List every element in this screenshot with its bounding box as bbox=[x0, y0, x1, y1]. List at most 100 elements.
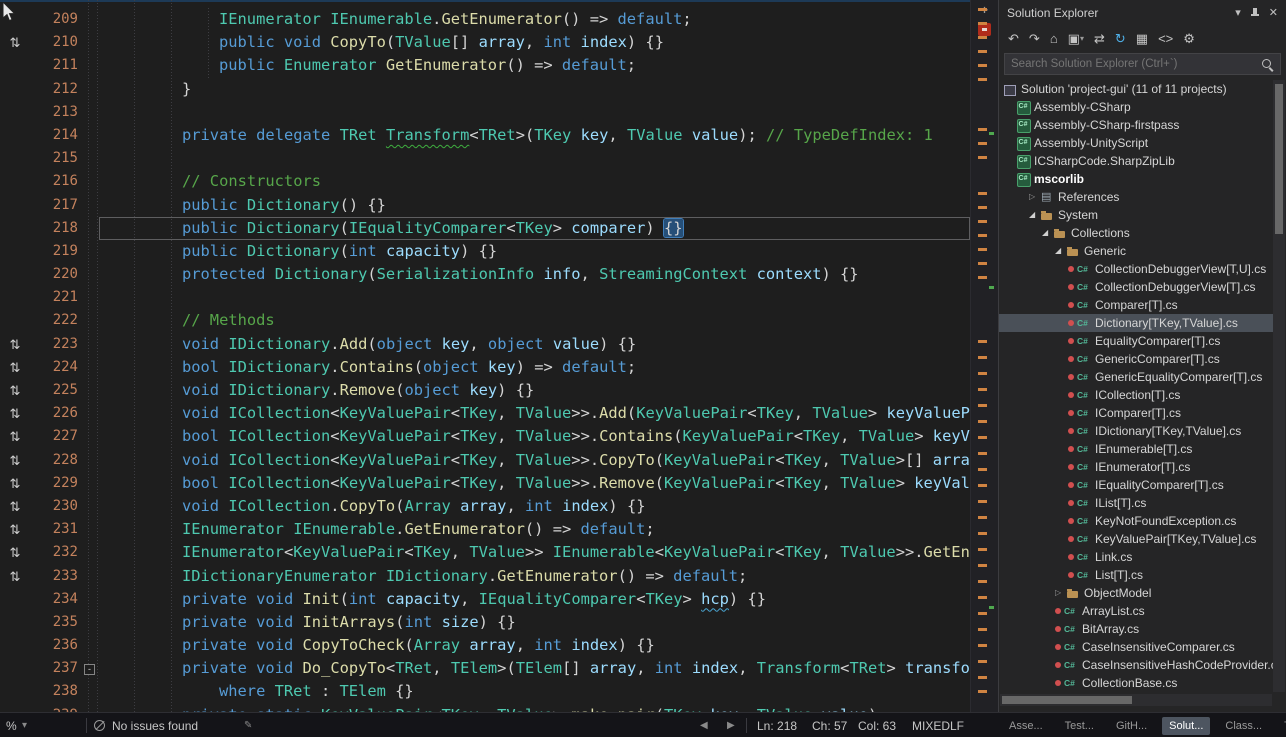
window-position-icon[interactable]: ▾ bbox=[1235, 7, 1241, 19]
code-line-215[interactable] bbox=[99, 147, 970, 170]
tree-item-collectionbase-cs[interactable]: CollectionBase.cs bbox=[999, 674, 1273, 692]
tool-window-tab-test[interactable]: Test... bbox=[1058, 717, 1101, 735]
tree-item-solution-project-gui-11-of-11-projects[interactable]: Solution 'project-gui' (11 of 11 project… bbox=[999, 80, 1273, 98]
tree-horizontal-scrollbar[interactable] bbox=[1000, 694, 1272, 706]
code-line-231[interactable]: IEnumerator IEnumerable.GetEnumerator() … bbox=[99, 518, 970, 541]
line-number[interactable]: 219 bbox=[26, 240, 78, 263]
tree-item-keynotfoundexception-cs[interactable]: KeyNotFoundException.cs bbox=[999, 512, 1273, 530]
tool-window-tab-class[interactable]: Class... bbox=[1218, 717, 1269, 735]
code-line-221[interactable] bbox=[99, 286, 970, 309]
code-line-233[interactable]: IDictionaryEnumerator IDictionary.GetEnu… bbox=[99, 565, 970, 588]
tree-item-genericequalitycomparer-t-cs[interactable]: GenericEqualityComparer[T].cs bbox=[999, 368, 1273, 386]
line-number[interactable]: 230 bbox=[26, 495, 78, 518]
line-number[interactable]: 209 bbox=[26, 8, 78, 31]
tree-item-arraylist-cs[interactable]: ArrayList.cs bbox=[999, 602, 1273, 620]
tree-item-caseinsensitivecomparer-cs[interactable]: CaseInsensitiveComparer.cs bbox=[999, 638, 1273, 656]
issues-status-text[interactable]: No issues found bbox=[112, 713, 198, 737]
line-number[interactable]: 238 bbox=[26, 680, 78, 703]
tree-item-assembly-csharp-firstpass[interactable]: Assembly-CSharp-firstpass bbox=[999, 116, 1273, 134]
code-line-226[interactable]: void ICollection<KeyValuePair<TKey, TVal… bbox=[99, 402, 970, 425]
line-number[interactable]: 239 bbox=[26, 704, 78, 712]
line-number[interactable]: 234 bbox=[26, 588, 78, 611]
search-box[interactable] bbox=[1004, 53, 1281, 75]
tool-window-tab-solut[interactable]: Solut... bbox=[1162, 717, 1210, 735]
scroll-right-icon[interactable]: ▶ bbox=[727, 713, 735, 737]
line-number[interactable]: 211 bbox=[26, 54, 78, 77]
editor-vertical-scrollbar[interactable]: + bbox=[970, 0, 998, 712]
code-line-213[interactable] bbox=[99, 101, 970, 124]
code-line-220[interactable]: protected Dictionary(SerializationInfo i… bbox=[99, 263, 970, 286]
tree-item-references[interactable]: ▷References bbox=[999, 188, 1273, 206]
line-number[interactable]: 231 bbox=[26, 518, 78, 541]
line-number-margin[interactable]: 2092102112122132142152162172182192202212… bbox=[26, 8, 78, 712]
home-icon[interactable]: ⌂ bbox=[1050, 31, 1058, 47]
tree-horizontal-scrollbar-thumb[interactable] bbox=[1002, 696, 1132, 704]
tree-item-dictionary-tkey-tvalue-cs[interactable]: Dictionary[TKey,TValue].cs bbox=[999, 314, 1273, 332]
line-number[interactable]: 227 bbox=[26, 425, 78, 448]
pin-icon[interactable] bbox=[1250, 7, 1260, 19]
tree-item-objectmodel[interactable]: ▷ObjectModel bbox=[999, 584, 1273, 602]
tree-item-list-t-cs[interactable]: List[T].cs bbox=[999, 566, 1273, 584]
new-view-icon[interactable]: ▣▾ bbox=[1068, 31, 1084, 47]
code-line-224[interactable]: bool IDictionary.Contains(object key) =>… bbox=[99, 356, 970, 379]
code-line-222[interactable]: // Methods bbox=[99, 309, 970, 332]
line-number[interactable]: 235 bbox=[26, 611, 78, 634]
search-input[interactable] bbox=[1011, 58, 1261, 70]
tool-window-tab-tea[interactable]: Tea... bbox=[1277, 717, 1286, 735]
collapsed-arrow-icon[interactable]: ▷ bbox=[1029, 188, 1040, 206]
tree-item-genericcomparer-t-cs[interactable]: GenericComparer[T].cs bbox=[999, 350, 1273, 368]
line-number[interactable]: 222 bbox=[26, 309, 78, 332]
code-area[interactable]: IEnumerator IEnumerable.GetEnumerator() … bbox=[99, 8, 970, 712]
tree-item-assembly-csharp[interactable]: Assembly-CSharp bbox=[999, 98, 1273, 116]
code-line-227[interactable]: bool ICollection<KeyValuePair<TKey, TVal… bbox=[99, 425, 970, 448]
line-number[interactable]: 226 bbox=[26, 402, 78, 425]
zoom-control[interactable]: % bbox=[6, 713, 17, 737]
back-icon[interactable]: ↶ bbox=[1008, 31, 1019, 47]
code-line-217[interactable]: public Dictionary() {} bbox=[99, 194, 970, 217]
tree-item-collections[interactable]: ◢Collections bbox=[999, 224, 1273, 242]
tree-item-keyvaluepair-tkey-tvalue-cs[interactable]: KeyValuePair[TKey,TValue].cs bbox=[999, 530, 1273, 548]
tree-item-caseinsensitivehashcodeprovider-cs[interactable]: CaseInsensitiveHashCodeProvider.cs bbox=[999, 656, 1273, 674]
line-number[interactable]: 237 bbox=[26, 657, 78, 680]
tree-item-system[interactable]: ◢System bbox=[999, 206, 1273, 224]
code-line-225[interactable]: void IDictionary.Remove(object key) {} bbox=[99, 379, 970, 402]
tool-window-tab-gith[interactable]: GitH... bbox=[1109, 717, 1154, 735]
code-line-229[interactable]: bool ICollection<KeyValuePair<TKey, TVal… bbox=[99, 472, 970, 495]
line-number[interactable]: 210 bbox=[26, 31, 78, 54]
line-number[interactable]: 212 bbox=[26, 78, 78, 101]
code-line-223[interactable]: void IDictionary.Add(object key, object … bbox=[99, 333, 970, 356]
search-icon[interactable] bbox=[1261, 58, 1274, 71]
line-number[interactable]: 236 bbox=[26, 634, 78, 657]
code-line-232[interactable]: IEnumerator<KeyValuePair<TKey, TValue>> … bbox=[99, 541, 970, 564]
code-line-210[interactable]: public void CopyTo(TValue[] array, int i… bbox=[99, 31, 970, 54]
line-number[interactable]: 233 bbox=[26, 565, 78, 588]
expanded-arrow-icon[interactable]: ◢ bbox=[1055, 242, 1066, 260]
code-line-219[interactable]: public Dictionary(int capacity) {} bbox=[99, 240, 970, 263]
tree-item-ienumerable-t-cs[interactable]: IEnumerable[T].cs bbox=[999, 440, 1273, 458]
close-icon[interactable]: ✕ bbox=[1269, 7, 1278, 19]
code-line-236[interactable]: private void CopyToCheck(Array array, in… bbox=[99, 634, 970, 657]
fold-collapse-button[interactable]: - bbox=[84, 664, 95, 675]
line-number[interactable]: 217 bbox=[26, 194, 78, 217]
view-code-icon[interactable]: <> bbox=[1158, 31, 1173, 47]
tree-item-collectiondebuggerview-t-cs[interactable]: CollectionDebuggerView[T].cs bbox=[999, 278, 1273, 296]
line-number[interactable]: 229 bbox=[26, 472, 78, 495]
line-number[interactable]: 220 bbox=[26, 263, 78, 286]
tree-item-ienumerator-t-cs[interactable]: IEnumerator[T].cs bbox=[999, 458, 1273, 476]
line-number[interactable]: 221 bbox=[26, 286, 78, 309]
tree-vertical-scrollbar-thumb[interactable] bbox=[1275, 84, 1283, 234]
collapsed-arrow-icon[interactable]: ▷ bbox=[1055, 584, 1066, 602]
tree-item-bitarray-cs[interactable]: BitArray.cs bbox=[999, 620, 1273, 638]
tree-item-comparer-t-cs[interactable]: Comparer[T].cs bbox=[999, 296, 1273, 314]
line-number[interactable]: 213 bbox=[26, 101, 78, 124]
line-number[interactable]: 228 bbox=[26, 449, 78, 472]
code-line-238[interactable]: where TRet : TElem {} bbox=[99, 680, 970, 703]
tree-item-mscorlib[interactable]: mscorlib bbox=[999, 170, 1273, 188]
line-number[interactable]: 214 bbox=[26, 124, 78, 147]
code-line-211[interactable]: public Enumerator GetEnumerator() => def… bbox=[99, 54, 970, 77]
expanded-arrow-icon[interactable]: ◢ bbox=[1029, 206, 1040, 224]
code-line-230[interactable]: void ICollection.CopyTo(Array array, int… bbox=[99, 495, 970, 518]
solution-tree[interactable]: Solution 'project-gui' (11 of 11 project… bbox=[999, 80, 1273, 694]
code-line-235[interactable]: private void InitArrays(int size) {} bbox=[99, 611, 970, 634]
line-number[interactable]: 224 bbox=[26, 356, 78, 379]
